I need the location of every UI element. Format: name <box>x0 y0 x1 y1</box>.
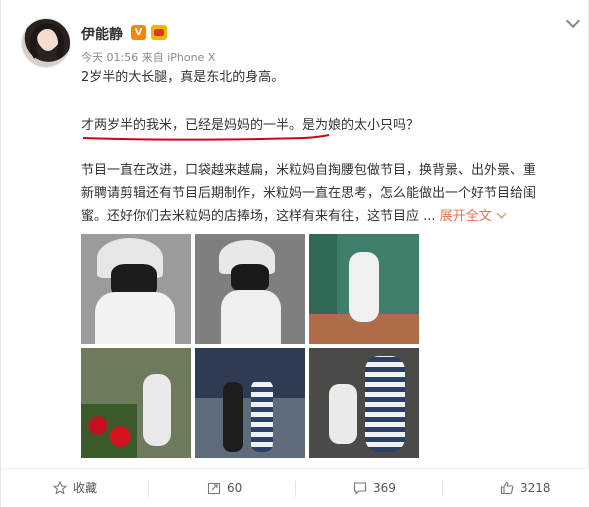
verified-badge-icon[interactable]: V <box>131 25 146 40</box>
divider <box>295 481 296 497</box>
post-text-line: 新聘请剪辑还有节目后期制作，米粒妈一直在思考，怎么能做出一个好节目给闺 <box>81 186 537 201</box>
post-photo-3[interactable] <box>309 234 419 344</box>
expand-label: 展开全文 <box>439 209 492 224</box>
post-text-truncated: 蜜。还好你们去米粒妈的店捧场，这样有来有往，这节目应 ... <box>81 209 440 224</box>
photo-family-walking-night <box>223 382 243 452</box>
comment-button[interactable]: 369 <box>353 469 396 507</box>
like-count: 3218 <box>520 481 551 495</box>
post-meta: 今天 01:56 来自 iPhone X <box>81 51 216 64</box>
post-photo-5[interactable] <box>195 348 305 458</box>
avatar[interactable] <box>21 18 71 68</box>
post-photo-2[interactable] <box>195 234 305 344</box>
photo-flowers <box>81 404 137 458</box>
post-photo-4[interactable] <box>81 348 191 458</box>
like-icon <box>500 481 514 494</box>
favorite-label: 收藏 <box>73 481 98 495</box>
expand-full-text-link[interactable]: 展开全文 <box>439 208 507 224</box>
divider <box>442 481 443 497</box>
photo-hoodie <box>95 292 175 344</box>
post-photo-1[interactable] <box>81 234 191 344</box>
red-underline-annotation <box>82 134 330 141</box>
avatar-face <box>39 29 57 51</box>
post-text-line: 蜜。还好你们去米粒妈的店捧场，这样有来有往，这节目应 ... 展开全文 <box>81 205 507 229</box>
photo-adult-stripes <box>251 380 273 452</box>
weibo-post-card: 伊能静 V 今天 01:56 来自 iPhone X 2岁半的大长腿，真是东北的… <box>0 0 589 507</box>
photo-child-with-flowers <box>143 374 171 446</box>
action-bar: 收藏 60 369 3218 <box>1 468 589 507</box>
repost-count: 60 <box>227 481 243 495</box>
chevron-down-icon[interactable] <box>565 14 583 32</box>
post-text-line: 2岁半的大长腿，真是东北的身高。 <box>81 70 285 85</box>
favorite-button[interactable]: 收藏 <box>53 469 97 507</box>
photo-hoodie <box>221 290 281 344</box>
post-text-line: 节目一直在改进，口袋越来越扁，米粒妈自掏腰包做节目，换背景、出外景、重 <box>81 163 537 178</box>
comment-count: 369 <box>373 481 396 495</box>
divider <box>148 481 149 497</box>
member-crown-icon[interactable] <box>151 25 167 40</box>
photo-night-sky <box>195 348 305 398</box>
post-photo-6[interactable] <box>309 348 419 458</box>
username[interactable]: 伊能静 <box>81 24 123 44</box>
photo-hair <box>231 264 269 292</box>
like-button[interactable]: 3218 <box>500 469 551 507</box>
repost-button[interactable]: 60 <box>207 469 242 507</box>
photo-child-walking-green <box>349 252 379 322</box>
photo-child <box>329 384 357 444</box>
star-icon <box>53 480 67 495</box>
chevron-down-icon <box>496 208 507 219</box>
comment-icon <box>353 481 367 495</box>
repost-icon <box>207 482 221 494</box>
photo-mother-child-sitting <box>365 356 405 452</box>
